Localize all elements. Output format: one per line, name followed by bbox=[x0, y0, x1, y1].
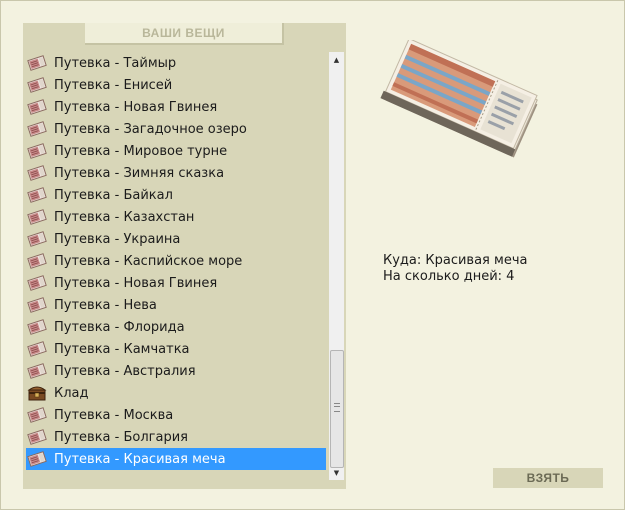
ticket-preview-image bbox=[378, 37, 548, 165]
list-item[interactable]: Путевка - Таймыр bbox=[26, 52, 326, 74]
ticket-icon bbox=[27, 428, 47, 446]
list-item[interactable]: Путевка - Болгария bbox=[26, 426, 326, 448]
list-item-label: Путевка - Таймыр bbox=[54, 55, 177, 71]
list-item[interactable]: Путевка - Енисей bbox=[26, 74, 326, 96]
list-item-label: Путевка - Флорида bbox=[54, 319, 185, 335]
list-item[interactable]: Путевка - Флорида bbox=[26, 316, 326, 338]
list-item-label: Путевка - Красивая меча bbox=[54, 451, 226, 467]
list-scrollbar[interactable]: ▲ ▼ bbox=[329, 52, 344, 480]
ticket-icon bbox=[27, 186, 47, 204]
ticket-icon bbox=[27, 340, 47, 358]
list-item[interactable]: Путевка - Байкал bbox=[26, 184, 326, 206]
list-item[interactable]: Путевка - Загадочное озеро bbox=[26, 118, 326, 140]
list-item-label: Путевка - Нева bbox=[54, 297, 157, 313]
list-item[interactable]: Путевка - Казахстан bbox=[26, 206, 326, 228]
list-item-label: Путевка - Австралия bbox=[54, 363, 196, 379]
ticket-icon bbox=[27, 230, 47, 248]
list-item-label: Путевка - Украина bbox=[54, 231, 181, 247]
ticket-icon bbox=[27, 450, 47, 468]
ticket-icon bbox=[27, 252, 47, 270]
list-item[interactable]: Путевка - Москва bbox=[26, 404, 326, 426]
scroll-down-arrow-icon[interactable]: ▼ bbox=[329, 465, 344, 480]
list-item-label: Клад bbox=[54, 385, 89, 401]
list-item[interactable]: Клад bbox=[26, 382, 326, 404]
list-item-label: Путевка - Каспийское море bbox=[54, 253, 243, 269]
ticket-icon bbox=[27, 76, 47, 94]
list-item[interactable]: Путевка - Украина bbox=[26, 228, 326, 250]
ticket-icon bbox=[27, 362, 47, 380]
list-item-label: Путевка - Енисей bbox=[54, 77, 173, 93]
list-item-label: Путевка - Болгария bbox=[54, 429, 188, 445]
list-item-label: Путевка - Мировое турне bbox=[54, 143, 228, 159]
duration-text: На сколько дней: 4 bbox=[383, 269, 515, 284]
list-item[interactable]: Путевка - Каспийское море bbox=[26, 250, 326, 272]
list-item[interactable]: Путевка - Австралия bbox=[26, 360, 326, 382]
ticket-icon bbox=[27, 120, 47, 138]
ticket-icon bbox=[27, 296, 47, 314]
item-details: Куда: Красивая меча На сколько дней: 4 bbox=[383, 253, 527, 285]
ticket-icon bbox=[27, 164, 47, 182]
list-item-label: Путевка - Загадочное озеро bbox=[54, 121, 247, 137]
ticket-icon bbox=[27, 208, 47, 226]
ticket-icon bbox=[27, 142, 47, 160]
list-item-label: Путевка - Камчатка bbox=[54, 341, 190, 357]
ticket-icon bbox=[27, 274, 47, 292]
grip-icon bbox=[334, 403, 340, 412]
take-button[interactable]: ВЗЯТЬ bbox=[493, 468, 603, 488]
scroll-up-arrow-icon[interactable]: ▲ bbox=[329, 52, 344, 67]
treasure-chest-icon bbox=[27, 384, 47, 402]
list-item-label: Путевка - Зимняя сказка bbox=[54, 165, 225, 181]
list-item[interactable]: Путевка - Нева bbox=[26, 294, 326, 316]
inventory-list[interactable]: Путевка - Таймыр Путевка - Енисей Путевка … bbox=[26, 52, 327, 480]
ticket-icon bbox=[27, 98, 47, 116]
list-item[interactable]: Путевка - Мировое турне bbox=[26, 140, 326, 162]
list-item[interactable]: Путевка - Новая Гвинея bbox=[26, 272, 326, 294]
list-item-label: Путевка - Байкал bbox=[54, 187, 173, 203]
list-item-label: Путевка - Новая Гвинея bbox=[54, 275, 218, 291]
scrollbar-thumb[interactable] bbox=[330, 350, 344, 468]
list-item[interactable]: Путевка - Красивая меча bbox=[26, 448, 326, 470]
list-item-label: Путевка - Москва bbox=[54, 407, 174, 423]
list-item[interactable]: Путевка - Камчатка bbox=[26, 338, 326, 360]
ticket-icon bbox=[27, 54, 47, 72]
list-item[interactable]: Путевка - Зимняя сказка bbox=[26, 162, 326, 184]
list-item[interactable]: Путевка - Новая Гвинея bbox=[26, 96, 326, 118]
ticket-icon bbox=[27, 406, 47, 424]
ticket-icon bbox=[27, 318, 47, 336]
panel-title: ВАШИ ВЕЩИ bbox=[85, 23, 284, 45]
list-item-label: Путевка - Новая Гвинея bbox=[54, 99, 218, 115]
list-item-label: Путевка - Казахстан bbox=[54, 209, 195, 225]
destination-text: Куда: Красивая меча bbox=[383, 253, 528, 268]
